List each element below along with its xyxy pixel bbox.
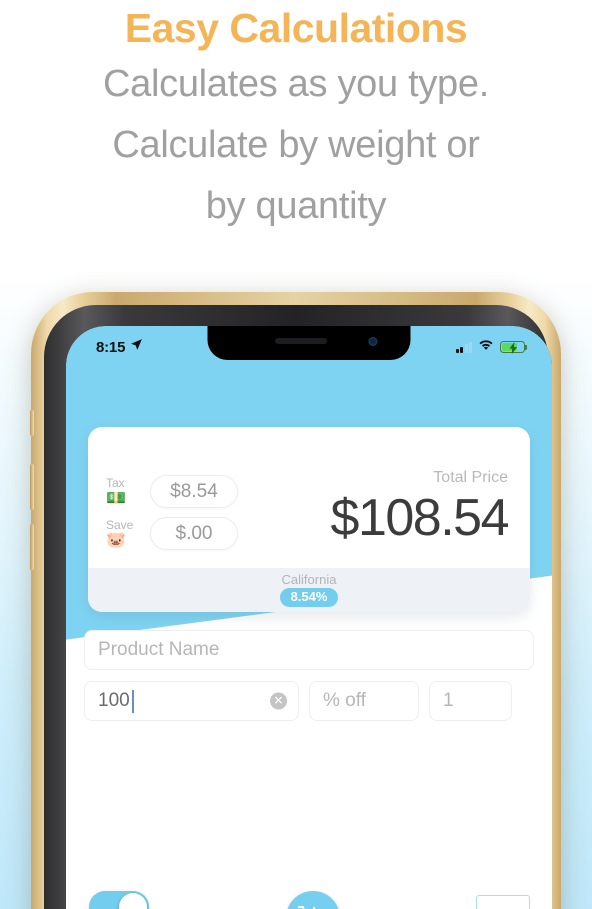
wifi-icon [478,338,494,356]
price-discount-quantity-row: 100 ✕ % off 1 [84,681,534,721]
phone-volume-up-button [30,464,34,510]
total-price-value: $108.54 [330,489,510,547]
tax-row: Tax 💵 $8.54 [106,475,266,508]
total-price-group: Total Price $108.54 [330,469,510,547]
tax-save-column: Tax 💵 $8.54 Save 🐷 $.00 [106,475,266,559]
product-name-input[interactable]: Product Name [84,630,534,670]
status-bar-left: 8:15 [96,338,143,356]
phone-volume-down-button [30,524,34,570]
tax-toggle-switch[interactable] [88,891,149,909]
input-fields-group: Product Name 100 ✕ % off 1 [84,630,534,721]
phone-mockup: 8:15 Tax 💵 $8.54 Save 🐷 $.00 Total Price… [30,292,561,909]
status-bar: 8:15 [66,326,552,362]
page-title: Easy Calculations [124,5,468,51]
promo-subtitle-line-1: Calculates as you type. [103,63,489,105]
toggle-knob [118,893,147,909]
tax-label-group: Tax 💵 [106,475,142,507]
save-row: Save 🐷 $.00 [106,517,266,550]
phone-mute-switch [30,410,34,436]
price-value: 100 [98,690,130,711]
piggy-bank-icon: 🐷 [106,531,126,549]
discount-placeholder: % off [323,690,366,711]
tax-label: Tax [106,475,125,490]
discount-input[interactable]: % off [309,681,419,721]
save-label-group: Save 🐷 [106,517,142,549]
tax-state-label: California [281,572,337,587]
phone-bezel: 8:15 Tax 💵 $8.54 Save 🐷 $.00 Total Price… [44,305,552,909]
product-name-placeholder: Product Name [98,639,220,660]
save-label: Save [106,517,134,532]
summary-card-body: Tax 💵 $8.54 Save 🐷 $.00 Total Price $108… [88,427,530,568]
summary-card: Tax 💵 $8.54 Save 🐷 $.00 Total Price $108… [88,427,530,612]
promo-subtitle-line-3: by quantity [205,185,387,227]
phone-screen: 8:15 Tax 💵 $8.54 Save 🐷 $.00 Total Price… [66,326,552,909]
clear-circle-icon[interactable]: ✕ [270,692,287,710]
tax-amount-field[interactable]: $8.54 [150,475,238,508]
text-cursor [131,689,134,713]
quantity-placeholder: 1 [443,690,454,711]
quantity-input[interactable]: 1 [429,681,512,721]
tax-toggle-group[interactable]: Tax On/Off [88,891,150,909]
status-bar-right [455,338,528,356]
total-price-label: Total Price [433,469,508,486]
add-to-cart-icon [297,906,323,909]
bottom-toolbar: Tax On/Off Add to C [66,883,552,909]
battery-charging-icon [500,341,528,354]
add-to-cart-button[interactable] [285,891,340,909]
promo-header: Easy Calculations Calculates as you type… [0,0,592,237]
clock-label: 8:15 [96,338,126,356]
tax-rate-badge: 8.54% [279,588,339,607]
app-viewport: 8:15 Tax 💵 $8.54 Save 🐷 $.00 Total Price… [66,326,552,909]
dropdown-group[interactable] [475,891,530,909]
dropdown-box[interactable] [475,895,530,909]
money-banknote-icon: 💵 [106,489,126,507]
location-arrow-icon [130,338,143,356]
price-input[interactable]: 100 ✕ [84,681,299,721]
promo-subtitle-line-2: Calculate by weight or [112,124,480,166]
screenshot-root: Easy Calculations Calculates as you type… [0,0,592,909]
tax-rate-footer[interactable]: California 8.54% [88,568,530,612]
cellular-signal-icon [455,341,472,353]
save-amount-field[interactable]: $.00 [150,517,238,550]
add-to-cart-group[interactable]: Add to Cart [280,891,346,909]
